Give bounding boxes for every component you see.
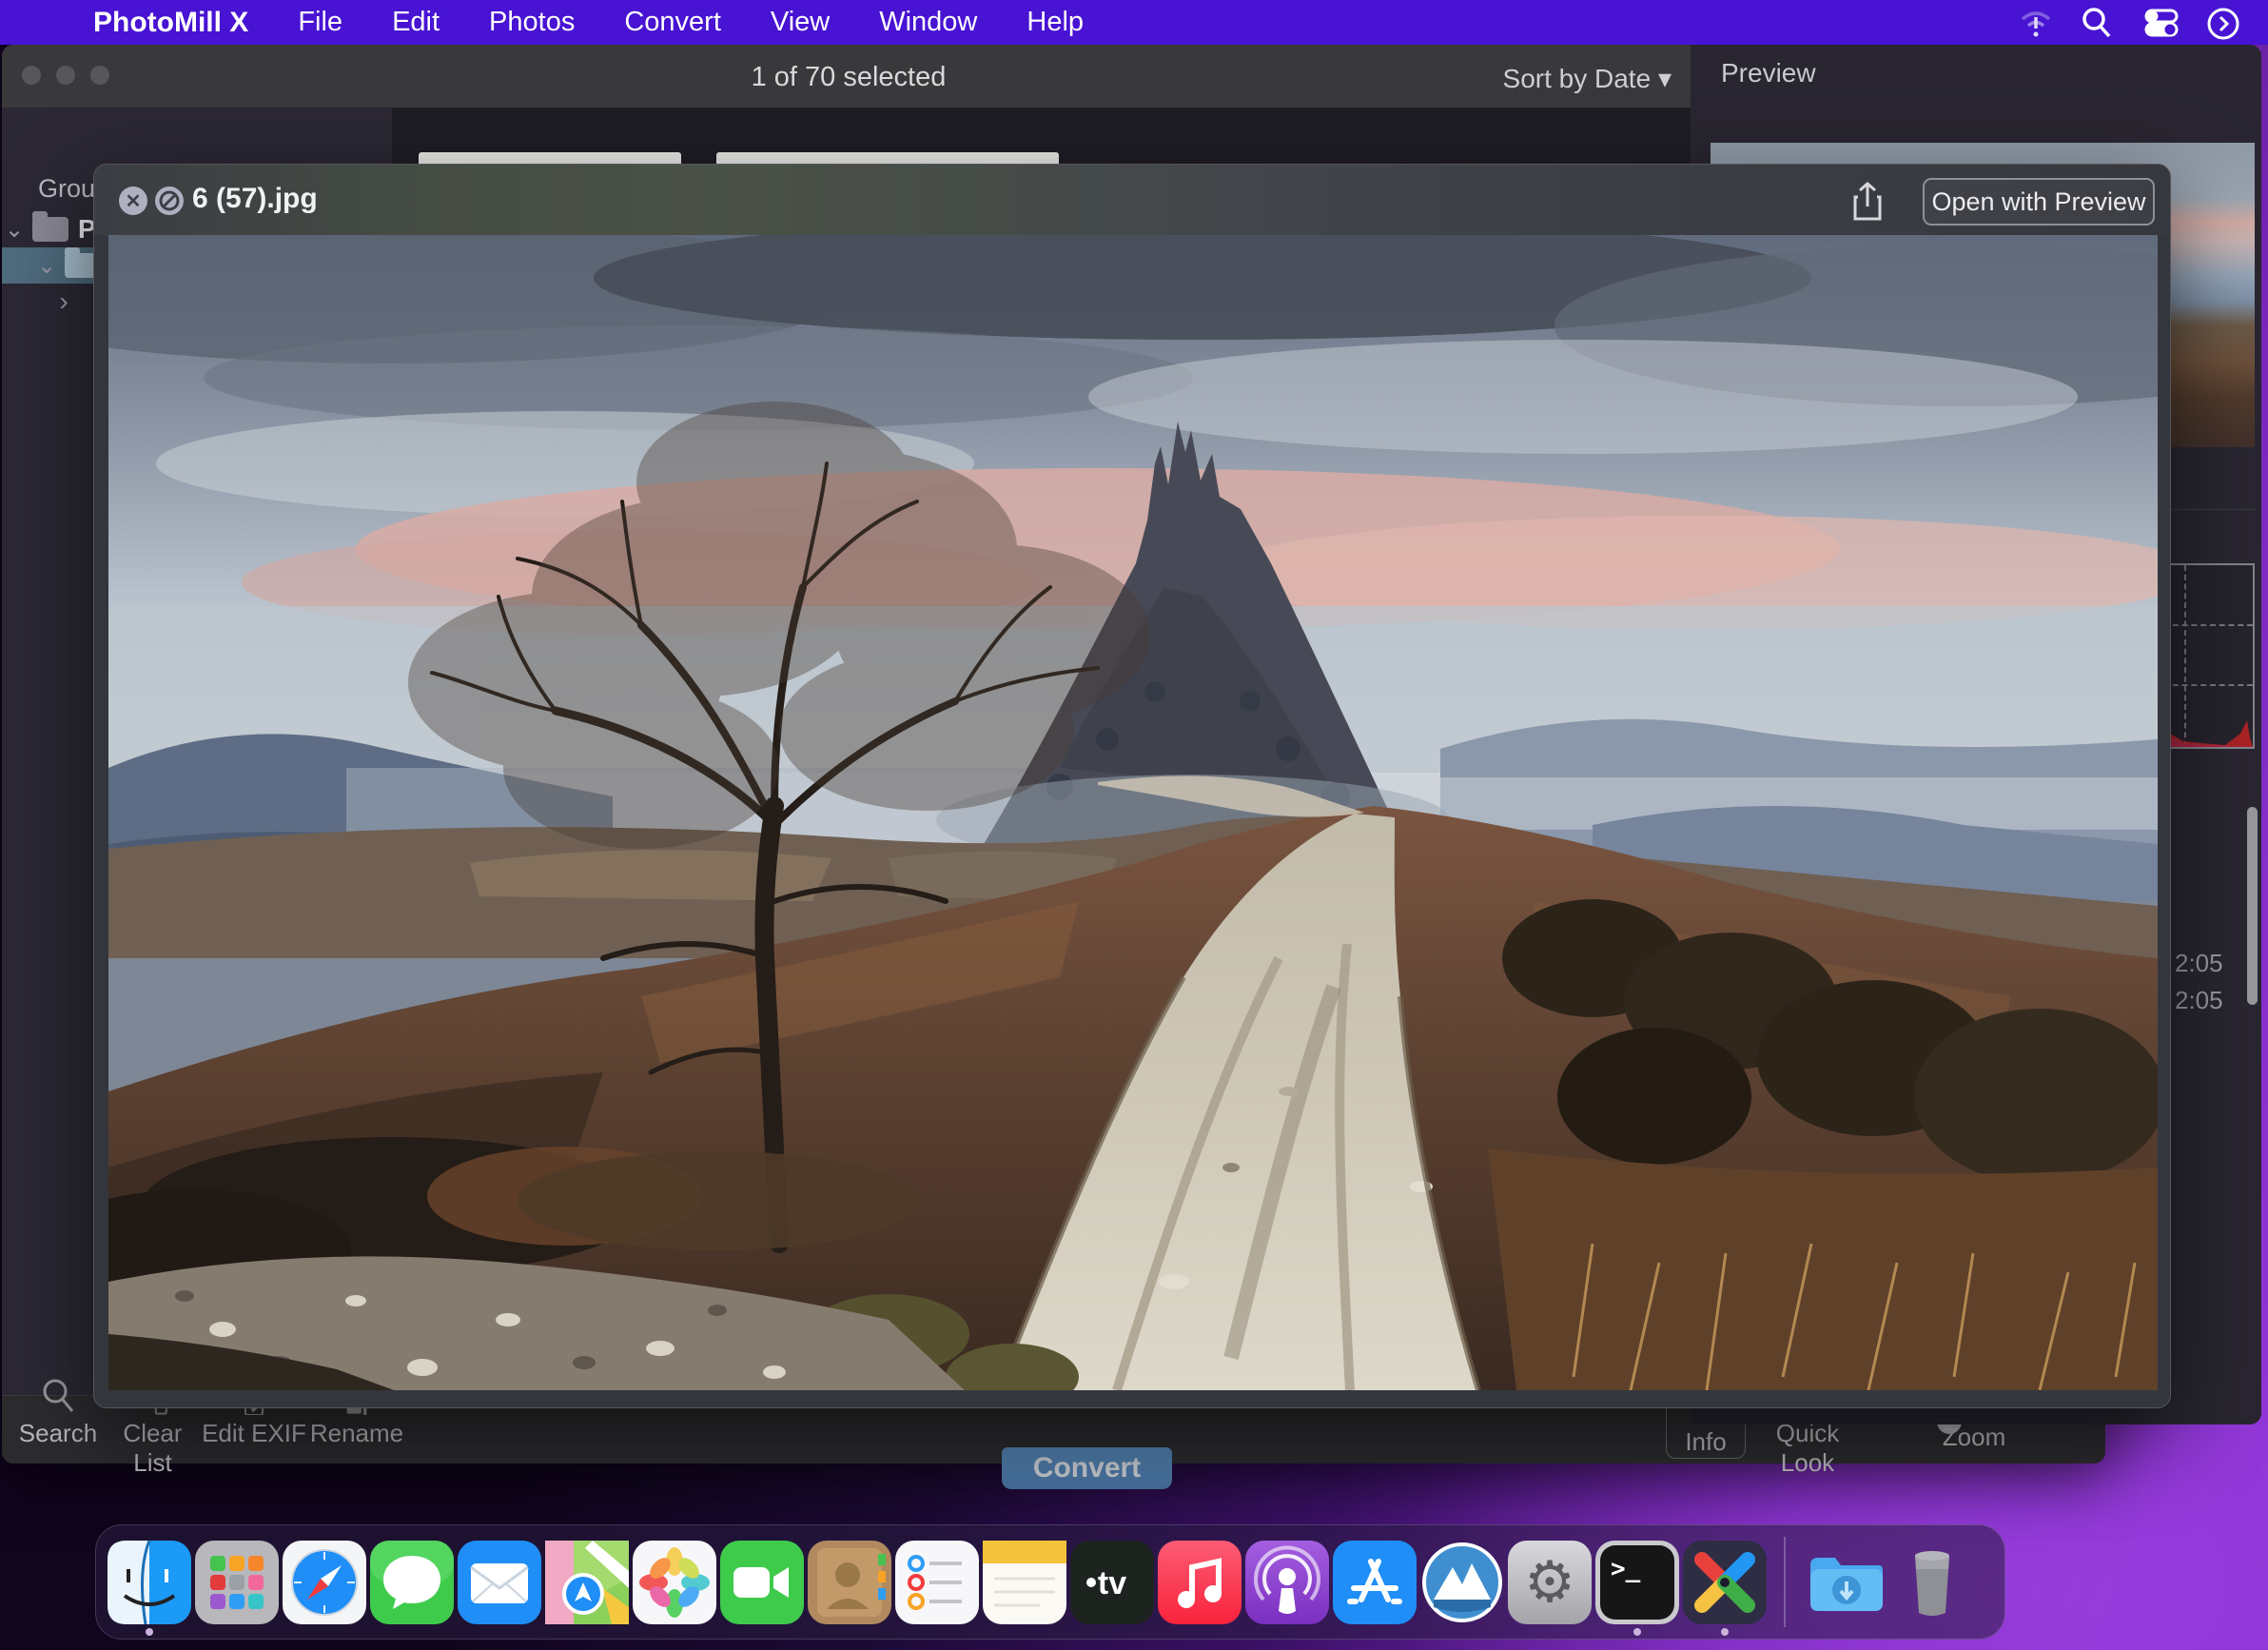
dock: tv ⚙ >_ <box>95 1524 2005 1640</box>
dock-item-safari[interactable] <box>283 1541 366 1624</box>
clock-icon[interactable] <box>2205 6 2243 40</box>
clear-list-button[interactable]: Clear List <box>103 1398 203 1478</box>
dock-item-reminders[interactable] <box>895 1541 979 1624</box>
dock-item-launchpad[interactable] <box>195 1541 279 1624</box>
dock-item-photomill[interactable] <box>1683 1541 1767 1624</box>
dock-item-contacts[interactable] <box>808 1541 891 1624</box>
dock-item-tv[interactable]: tv <box>1070 1541 1154 1624</box>
dock-item-notes[interactable] <box>983 1541 1066 1624</box>
menu-item-help[interactable]: Help <box>1026 7 1084 38</box>
close-window-button[interactable] <box>22 66 41 85</box>
no-access-icon[interactable] <box>155 187 184 215</box>
dock-item-music[interactable] <box>1158 1541 1242 1624</box>
menu-item-window[interactable]: Window <box>879 7 977 38</box>
quicklook-filename: 6 (57).jpg <box>192 183 318 215</box>
sort-by-dropdown[interactable]: Sort by Date ▾ <box>1503 63 1672 94</box>
dock-item-mail[interactable] <box>458 1541 541 1624</box>
dock-item-podcasts[interactable] <box>1245 1541 1329 1624</box>
quicklook-window: ✕ 6 (57).jpg Open with Preview <box>93 164 2171 1408</box>
search-icon <box>15 1383 101 1415</box>
photo-content[interactable] <box>108 235 2158 1390</box>
dock-item-maps[interactable] <box>545 1541 629 1624</box>
time-value: 2:05 <box>2175 986 2223 1015</box>
dock-item-downloads[interactable] <box>1803 1541 1887 1624</box>
dock-item-facetime[interactable] <box>720 1541 804 1624</box>
dock-item-photos[interactable] <box>633 1541 716 1624</box>
zoom-window-button[interactable] <box>90 66 109 85</box>
control-center-icon[interactable] <box>2142 6 2180 40</box>
menu-item-photos[interactable]: Photos <box>489 7 575 38</box>
menu-app-name[interactable]: PhotoMill X <box>93 7 248 39</box>
dock-item-terminal[interactable]: >_ <box>1595 1541 1679 1624</box>
minimize-window-button[interactable] <box>56 66 75 85</box>
menu-item-file[interactable]: File <box>298 7 342 38</box>
chevron-right-icon[interactable]: › <box>51 286 76 317</box>
svg-text:>_: >_ <box>1611 1555 1641 1583</box>
wifi-warning-icon[interactable] <box>2017 6 2055 40</box>
open-with-preview-button[interactable]: Open with Preview <box>1923 178 2155 226</box>
spotlight-search-icon[interactable] <box>2080 6 2118 40</box>
menu-bar: PhotoMill X File Edit Photos Convert Vie… <box>0 0 2268 45</box>
dock-item-settings[interactable]: ⚙ <box>1508 1541 1592 1624</box>
zoom-label-wrap: Zoom <box>1922 1423 2026 1452</box>
folder-icon <box>32 217 68 242</box>
menu-item-convert[interactable]: Convert <box>624 7 721 38</box>
menu-item-view[interactable]: View <box>771 7 830 38</box>
close-icon[interactable]: ✕ <box>119 187 147 215</box>
time-value: 2:05 <box>2175 949 2223 978</box>
dock-item-messages[interactable] <box>370 1541 454 1624</box>
quicklook-titlebar[interactable]: ✕ 6 (57).jpg Open with Preview <box>94 165 2170 235</box>
search-button[interactable]: Search <box>15 1383 101 1448</box>
convert-button[interactable]: Convert <box>1002 1447 1172 1489</box>
chevron-down-icon[interactable]: ⌄ <box>2 216 27 244</box>
svg-text:tv: tv <box>1098 1565 1126 1601</box>
dock-item-trash[interactable] <box>1890 1541 1974 1624</box>
scrollbar-thumb[interactable] <box>2247 807 2258 1005</box>
svg-text:⚙: ⚙ <box>1524 1550 1575 1614</box>
preview-panel-title: Preview <box>1721 58 1816 88</box>
dock-separator <box>1784 1537 1786 1627</box>
dock-item-appstore[interactable] <box>1333 1541 1417 1624</box>
share-icon[interactable] <box>1849 182 1886 226</box>
menu-item-edit[interactable]: Edit <box>392 7 440 38</box>
dock-item-finder[interactable] <box>108 1541 191 1624</box>
chevron-down-icon[interactable]: ⌄ <box>34 252 59 280</box>
dock-item-mountain-app[interactable] <box>1420 1541 1504 1624</box>
selection-status: 1 of 70 selected <box>752 62 947 93</box>
zoom-label: Zoom <box>1922 1423 2026 1452</box>
